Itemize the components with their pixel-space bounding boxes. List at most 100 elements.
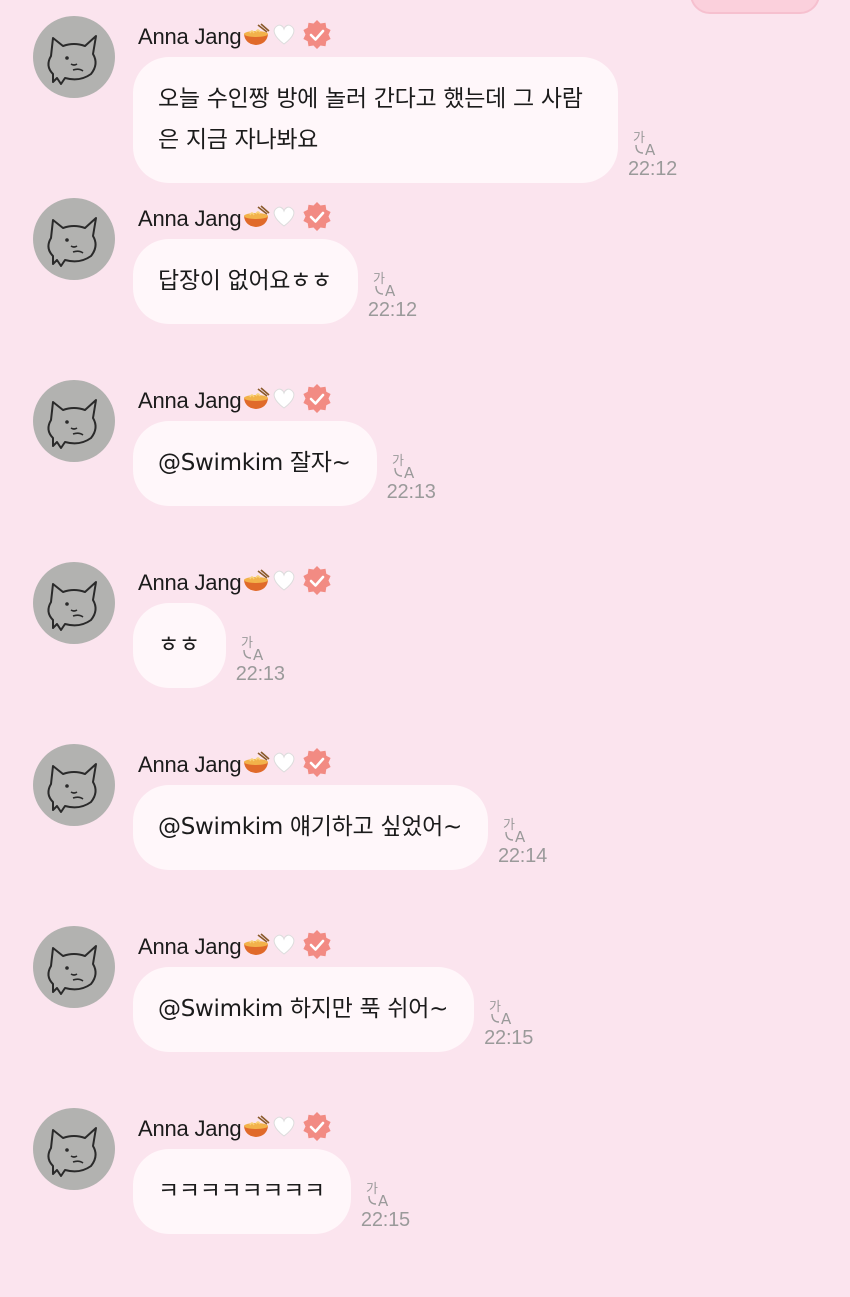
message-bubble[interactable]: @Swimkim 얘기하고 싶었어~ [133, 785, 488, 870]
svg-text:가: 가 [633, 131, 645, 146]
chat-list: Anna Jang 오늘 수인짱 방에 놀러 간다고 했는데 그 사람은 지금 … [0, 16, 850, 1290]
message-item: Anna Jang ㅋㅋㅋㅋㅋㅋㅋㅋ 가A 22:15 [0, 1108, 850, 1290]
cat-doodle-avatar-icon [47, 763, 97, 813]
message-meta: 가A 22:13 [387, 450, 436, 504]
sender-name: Anna Jang [138, 388, 242, 413]
message-item: Anna Jang @Swimkim 얘기하고 싶었어~ 가A 22:14 [0, 744, 850, 926]
sender-line: Anna Jang [138, 1111, 333, 1147]
verified-badge-icon [301, 929, 333, 965]
verified-badge-icon [301, 1111, 333, 1147]
message-row: ㅎㅎ 가A 22:13 [133, 603, 285, 688]
avatar[interactable] [33, 744, 115, 826]
ramen-bowl-icon [242, 387, 270, 415]
message-meta: 가A 22:14 [498, 814, 547, 868]
avatar[interactable] [33, 16, 115, 98]
verified-badge-icon [301, 565, 333, 601]
verified-badge-icon [301, 19, 333, 55]
message-meta: 가A 22:13 [236, 632, 285, 686]
message-meta: 가A 22:12 [628, 127, 677, 181]
svg-text:A: A [385, 282, 396, 298]
message-bubble[interactable]: 오늘 수인짱 방에 놀러 간다고 했는데 그 사람은 지금 자나봐요 [133, 57, 618, 183]
svg-text:가: 가 [366, 1182, 378, 1197]
cat-doodle-avatar-icon [47, 35, 97, 85]
ramen-bowl-icon [242, 751, 270, 779]
message-bubble[interactable]: @Swimkim 하지만 푹 쉬어~ [133, 967, 475, 1052]
message-bubble[interactable]: ㅋㅋㅋㅋㅋㅋㅋㅋ [133, 1149, 351, 1234]
message-item: Anna Jang @Swimkim 하지만 푹 쉬어~ 가A 22:15 [0, 926, 850, 1108]
white-heart-icon [271, 933, 297, 961]
message-item: Anna Jang 답장이 없어요ㅎㅎ 가A 22:12 [0, 198, 850, 380]
avatar[interactable] [33, 198, 115, 280]
message-row: 답장이 없어요ㅎㅎ 가A 22:12 [133, 239, 417, 324]
white-heart-icon [271, 1115, 297, 1143]
sender-line: Anna Jang [138, 19, 333, 55]
avatar[interactable] [33, 1108, 115, 1190]
cat-doodle-avatar-icon [47, 945, 97, 995]
verified-badge-icon [301, 747, 333, 783]
translate-icon[interactable]: 가A [391, 450, 421, 480]
translate-icon[interactable]: 가A [632, 127, 662, 157]
svg-text:가: 가 [373, 272, 385, 287]
sender-line: Anna Jang [138, 565, 333, 601]
message-meta: 가A 22:12 [368, 268, 417, 322]
message-item: Anna Jang @Swimkim 잘자~ 가A 22:13 [0, 380, 850, 562]
sender-line: Anna Jang [138, 747, 333, 783]
translate-icon[interactable]: 가A [365, 1178, 395, 1208]
ramen-bowl-icon [242, 1115, 270, 1143]
avatar[interactable] [33, 926, 115, 1008]
sender-name: Anna Jang [138, 752, 242, 777]
white-heart-icon [271, 205, 297, 233]
message-time: 22:12 [628, 158, 678, 180]
message-time: 22:15 [484, 1027, 534, 1049]
svg-text:A: A [253, 646, 264, 662]
cat-doodle-avatar-icon [47, 399, 97, 449]
avatar[interactable] [33, 562, 115, 644]
message-row: ㅋㅋㅋㅋㅋㅋㅋㅋ 가A 22:15 [133, 1149, 410, 1234]
white-heart-icon [271, 23, 297, 51]
verified-badge-icon [301, 383, 333, 419]
cat-doodle-avatar-icon [47, 217, 97, 267]
svg-text:가: 가 [489, 1000, 501, 1015]
white-heart-icon [271, 751, 297, 779]
svg-text:A: A [501, 1010, 512, 1026]
message-item: Anna Jang ㅎㅎ 가A 22:13 [0, 562, 850, 744]
ramen-bowl-icon [242, 569, 270, 597]
message-bubble[interactable]: 답장이 없어요ㅎㅎ [133, 239, 358, 324]
svg-text:가: 가 [241, 636, 253, 651]
svg-text:A: A [515, 828, 526, 844]
message-row: @Swimkim 하지만 푹 쉬어~ 가A 22:15 [133, 967, 533, 1052]
message-bubble[interactable]: @Swimkim 잘자~ [133, 421, 377, 506]
avatar[interactable] [33, 380, 115, 462]
translate-icon[interactable]: 가A [488, 996, 518, 1026]
white-heart-icon [271, 569, 297, 597]
translate-icon[interactable]: 가A [502, 814, 532, 844]
svg-text:A: A [378, 1192, 389, 1208]
svg-text:가: 가 [503, 818, 515, 833]
verified-badge-icon [301, 201, 333, 237]
ramen-bowl-icon [242, 23, 270, 51]
svg-text:A: A [404, 464, 415, 480]
sender-line: Anna Jang [138, 383, 333, 419]
translate-icon[interactable]: 가A [240, 632, 270, 662]
message-time: 22:13 [386, 481, 436, 503]
message-row: @Swimkim 얘기하고 싶었어~ 가A 22:14 [133, 785, 547, 870]
message-time: 22:15 [360, 1209, 410, 1231]
ramen-bowl-icon [242, 933, 270, 961]
sender-name: Anna Jang [138, 24, 242, 49]
message-time: 22:14 [497, 845, 547, 867]
sender-line: Anna Jang [138, 929, 333, 965]
sender-name: Anna Jang [138, 206, 242, 231]
message-meta: 가A 22:15 [484, 996, 533, 1050]
white-heart-icon [271, 387, 297, 415]
message-row: @Swimkim 잘자~ 가A 22:13 [133, 421, 436, 506]
svg-text:가: 가 [392, 454, 404, 469]
sender-name: Anna Jang [138, 570, 242, 595]
ramen-bowl-icon [242, 205, 270, 233]
sender-line: Anna Jang [138, 201, 333, 237]
message-bubble[interactable]: ㅎㅎ [133, 603, 226, 688]
message-time: 22:13 [235, 663, 285, 685]
translate-icon[interactable]: 가A [372, 268, 402, 298]
message-meta: 가A 22:15 [361, 1178, 410, 1232]
top-pill-button[interactable] [690, 0, 820, 14]
cat-doodle-avatar-icon [47, 581, 97, 631]
